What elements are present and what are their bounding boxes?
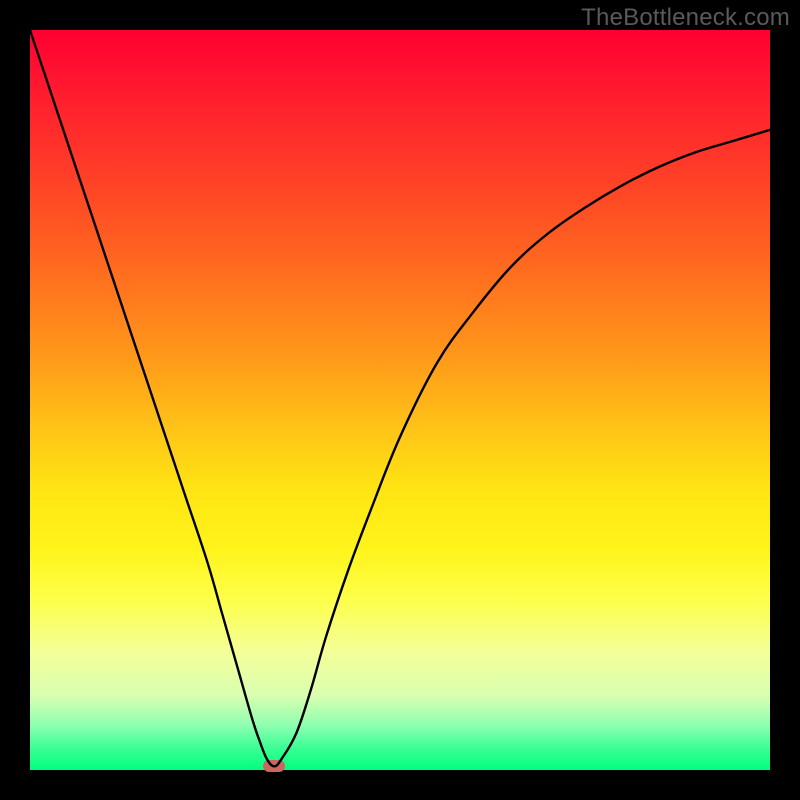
plot-area: [30, 30, 770, 770]
curve-svg: [30, 30, 770, 770]
chart-frame: TheBottleneck.com: [0, 0, 800, 800]
bottleneck-curve-path: [30, 30, 770, 766]
watermark-text: TheBottleneck.com: [581, 4, 790, 32]
